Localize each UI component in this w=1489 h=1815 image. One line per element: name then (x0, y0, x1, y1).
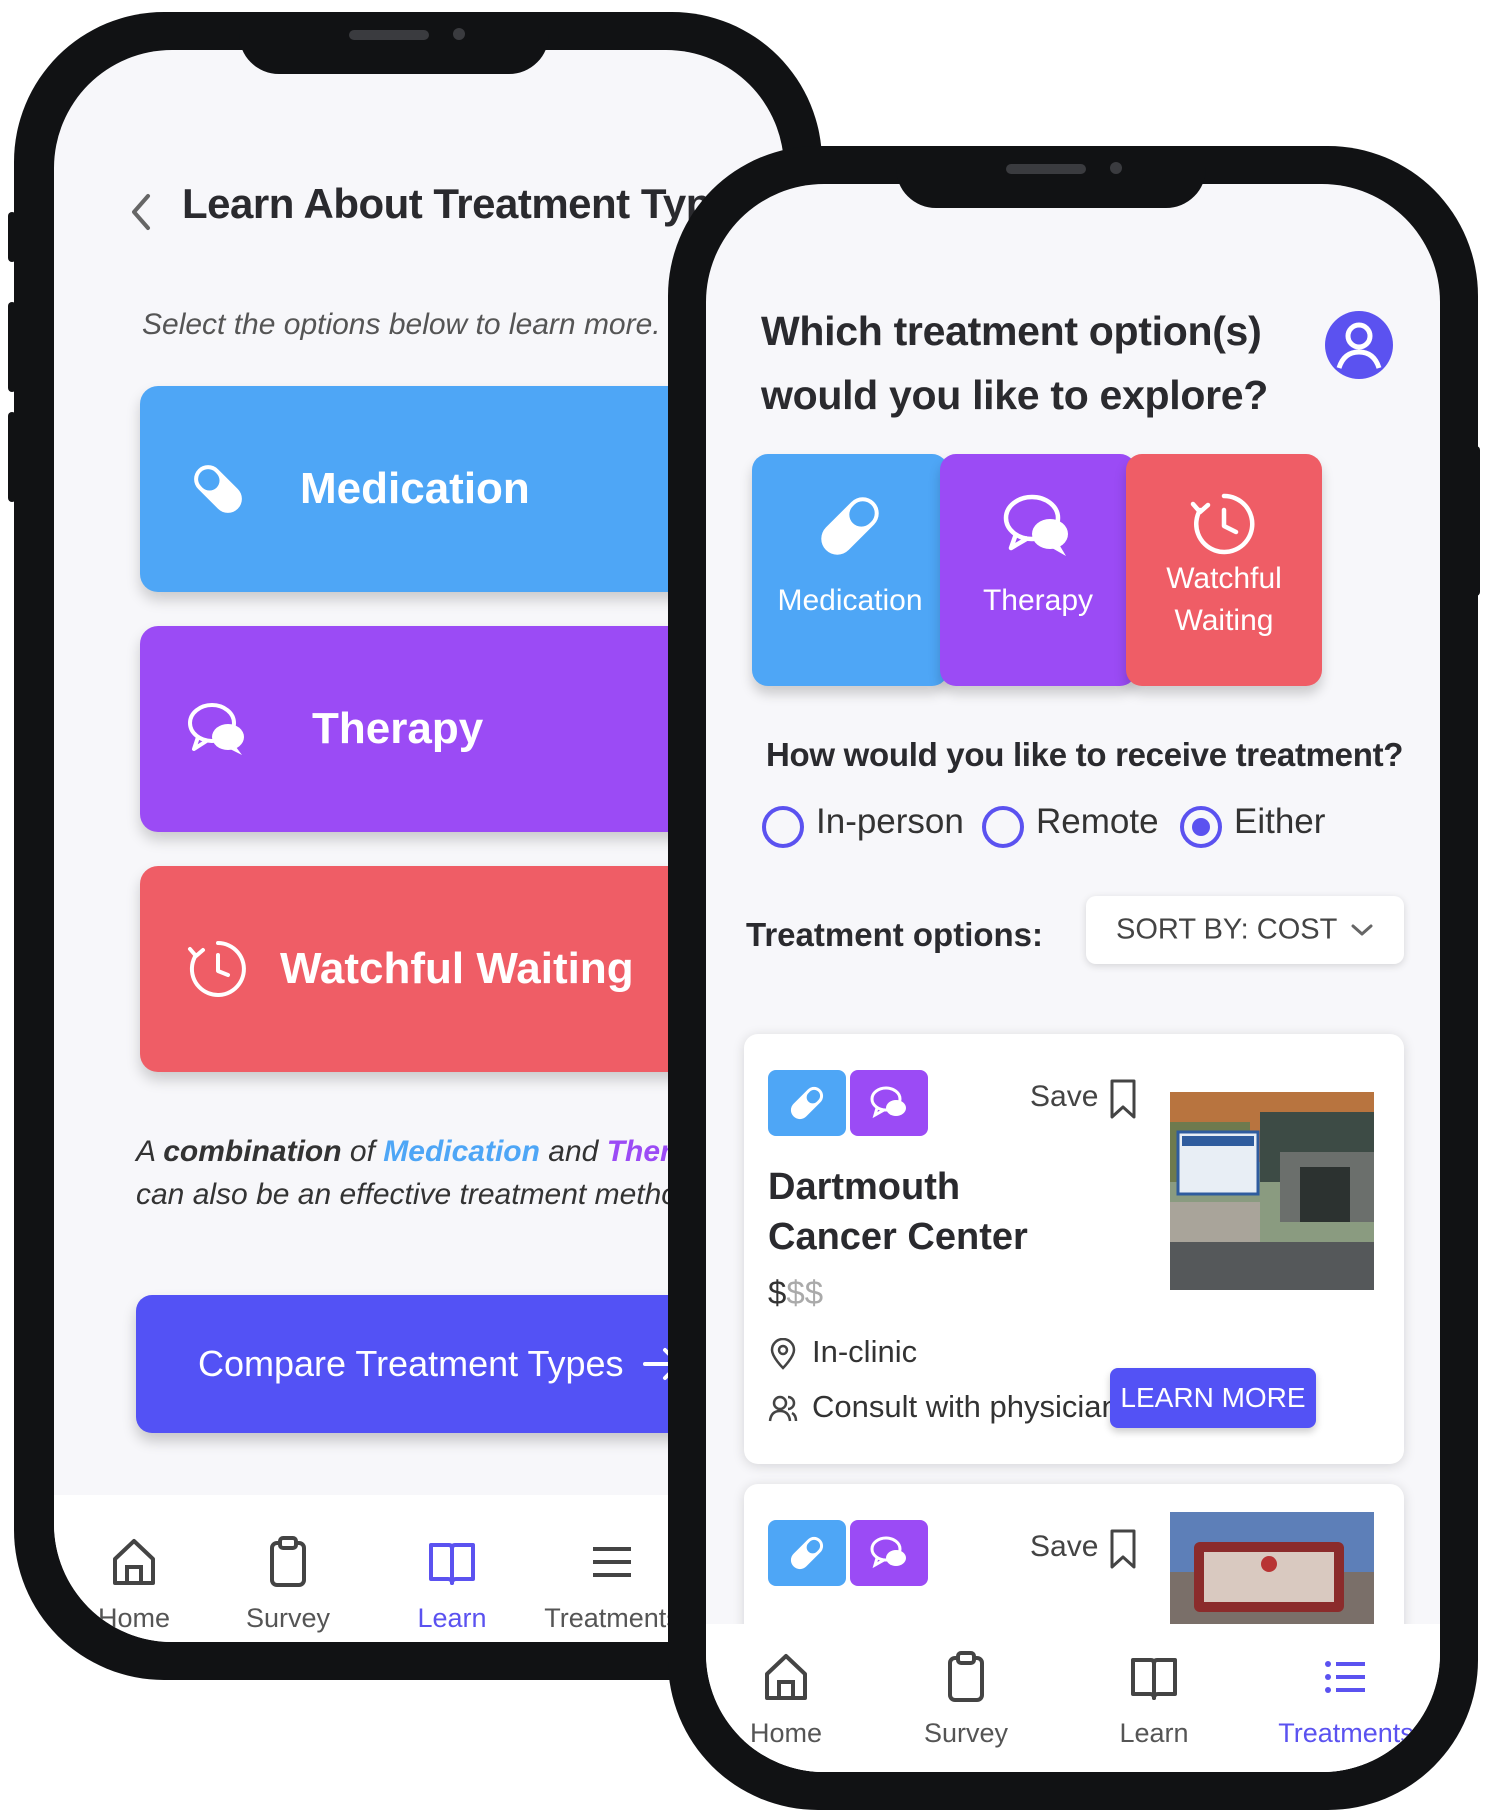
clock-icon (1190, 493, 1255, 555)
pill-icon (194, 465, 242, 513)
phone-notch (896, 146, 1206, 208)
tab-home[interactable]: Home (706, 1650, 866, 1749)
tile-medication-label: Medication (777, 584, 923, 617)
tile-medication[interactable]: Medication (752, 454, 948, 686)
book-icon (1131, 1658, 1177, 1700)
pill-icon (790, 1536, 824, 1570)
tab-survey-label: Survey (923, 1718, 1009, 1748)
consult-row: Consult with physician (768, 1389, 1119, 1425)
tab-learn-label: Learn (1119, 1718, 1189, 1748)
combination-word: combination (163, 1135, 342, 1168)
radio-in-person-label: In-person (816, 802, 964, 841)
cost-indicator: $$$ (768, 1274, 824, 1311)
location-row: In-clinic (768, 1334, 917, 1370)
radio-remote[interactable]: Remote (982, 802, 1162, 852)
chevron-down-icon (1351, 924, 1373, 936)
tab-survey[interactable]: Survey (886, 1650, 1046, 1749)
radio-either-label: Either (1234, 802, 1326, 841)
consult-text: Consult with physician (812, 1389, 1119, 1424)
phone-button (1472, 446, 1480, 596)
page-title: Learn About Treatment Types (182, 180, 757, 227)
tab-survey[interactable]: Survey (208, 1535, 368, 1634)
phone-button (8, 212, 16, 262)
radio-circle (982, 806, 1024, 848)
sort-dropdown[interactable]: SORT BY: COST (1086, 896, 1404, 964)
treatment-name: Dartmouth Cancer Center (768, 1166, 1028, 1258)
tile-therapy-label: Therapy (982, 584, 1094, 617)
compare-button-label: Compare Treatment Types (198, 1343, 624, 1384)
user-avatar-icon[interactable] (1324, 304, 1394, 386)
home-icon (113, 1539, 155, 1585)
tab-learn[interactable]: Learn (372, 1535, 532, 1634)
therapy-card-label: Therapy (312, 704, 484, 753)
treatment-options-label: Treatment options: (746, 916, 1044, 953)
tab-treatments-label: Treatments (1278, 1718, 1414, 1748)
medication-link: Medication (383, 1135, 540, 1168)
map-pin-icon (770, 1337, 796, 1370)
phone-button (8, 302, 16, 392)
tab-home[interactable]: Home (54, 1535, 214, 1634)
watchful-waiting-card-label: Watchful Waiting (280, 944, 634, 993)
tab-home-label: Home (97, 1603, 171, 1633)
clipboard-icon (270, 1536, 306, 1587)
sort-dropdown-value: SORT BY: COST (1116, 913, 1338, 946)
page-subtitle: Select the options below to learn more. (142, 308, 661, 341)
phone-notch (239, 12, 549, 74)
book-icon (429, 1543, 475, 1585)
bookmark-icon[interactable] (1108, 1528, 1138, 1570)
phone-explore-screen: Which treatment option(s) would you like… (668, 146, 1480, 1810)
chat-bubbles-icon (1003, 494, 1068, 556)
clipboard-icon (948, 1651, 984, 1702)
save-label: Save (1030, 1530, 1099, 1563)
radio-circle-selected (1180, 806, 1222, 848)
home-icon (765, 1654, 807, 1700)
people-icon (768, 1395, 798, 1421)
location-text: In-clinic (812, 1334, 918, 1369)
explore-screen: Which treatment option(s) would you like… (706, 184, 1440, 1772)
chat-bubbles-icon (870, 1536, 906, 1569)
chat-bubbles-icon (188, 703, 244, 755)
radio-in-person[interactable]: In-person (762, 802, 964, 852)
radio-either[interactable]: Either (1180, 802, 1330, 852)
back-chevron-icon[interactable] (124, 190, 158, 234)
tab-home-label: Home (749, 1718, 823, 1748)
therapy-chip (850, 1520, 928, 1586)
list-icon (1325, 1661, 1365, 1693)
tab-learn-label: Learn (417, 1603, 487, 1633)
pill-icon (790, 1086, 824, 1120)
explore-question: Which treatment option(s) would you like… (761, 308, 1269, 418)
clock-icon (188, 941, 246, 997)
receive-question: How would you like to receive treatment? (766, 736, 1404, 773)
medication-chip (768, 1520, 846, 1586)
tile-watchful-waiting-label: Watchful Waiting (1166, 562, 1282, 637)
treatment-card[interactable]: Save Dartmouth Cancer Center $$$ In-clin… (744, 1034, 1404, 1464)
tile-therapy[interactable]: Therapy (940, 454, 1136, 686)
pill-icon (821, 497, 879, 555)
bookmark-icon[interactable] (1108, 1078, 1138, 1120)
radio-circle (762, 806, 804, 848)
learn-more-label: LEARN MORE (1120, 1382, 1306, 1413)
tab-learn[interactable]: Learn (1074, 1650, 1234, 1749)
medication-chip (768, 1070, 846, 1136)
clinic-photo (1170, 1092, 1374, 1290)
tab-treatments[interactable]: Treatments (1256, 1650, 1436, 1749)
radio-remote-label: Remote (1036, 802, 1159, 841)
combination-note: A combination of Medication and Therapy … (136, 1135, 724, 1211)
list-icon (593, 1547, 631, 1577)
tab-survey-label: Survey (245, 1603, 331, 1633)
chat-bubbles-icon (870, 1086, 906, 1119)
therapy-chip (850, 1070, 928, 1136)
combination-note-line2: can also be an effective treatment metho… (136, 1178, 703, 1211)
phone-button (8, 412, 16, 502)
learn-more-button[interactable]: LEARN MORE (1110, 1368, 1316, 1428)
bottom-tab-bar: Home Survey Learn Treatments (706, 1624, 1440, 1772)
medication-card-label: Medication (300, 464, 530, 513)
save-label: Save (1030, 1080, 1099, 1113)
tile-watchful-waiting[interactable]: Watchful Waiting (1126, 454, 1322, 686)
